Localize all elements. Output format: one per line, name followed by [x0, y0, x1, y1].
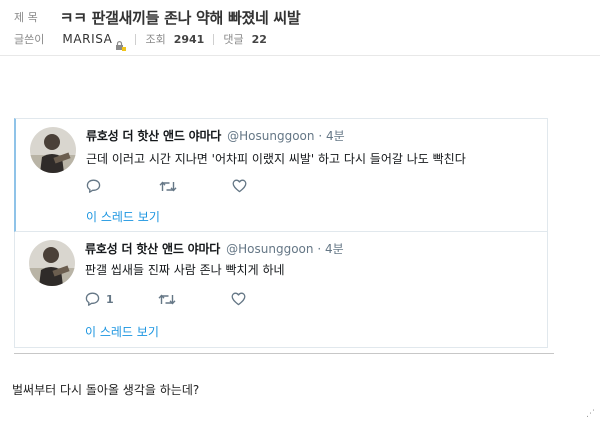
- meta-row: 글쓴이 MARISA 조회 2941 댓글 22: [14, 31, 267, 51]
- post-header: 제 목 ㅋㅋ 판갤새끼들 존나 약해 빠졌네 씨발 글쓴이 MARISA 조회 …: [0, 0, 600, 60]
- reply-count: 1: [106, 292, 114, 306]
- tweet-card[interactable]: 류호성 더 핫산 앤드 야마다 @Hosunggoon · 4분 근데 이러고 …: [14, 118, 548, 232]
- post-comment-text: 벌써부터 다시 돌아올 생각을 하는데?: [12, 383, 200, 397]
- tweet-author-handle[interactable]: @Hosunggoon · 4분: [226, 240, 343, 257]
- tweet-text: 판갤 씹새들 진짜 사람 존나 빡치게 하네: [85, 263, 285, 277]
- comments-label: 댓글: [223, 33, 244, 46]
- avatar[interactable]: [30, 127, 76, 173]
- like-button[interactable]: [231, 292, 304, 306]
- tweet-card[interactable]: 류호성 더 핫산 앤드 야마다 @Hosunggoon · 4분 판갤 씹새들 …: [14, 232, 548, 348]
- retweet-icon: [159, 180, 177, 192]
- post-title: ㅋㅋ 판갤새끼들 존나 약해 빠졌네 씨발: [59, 8, 301, 27]
- like-icon: [232, 179, 247, 193]
- lock-badge-icon: [115, 36, 127, 51]
- retweet-button[interactable]: [159, 180, 232, 193]
- reply-icon: [85, 292, 100, 306]
- meta-separator: [135, 33, 137, 45]
- reply-icon: [86, 179, 101, 193]
- views-count: 2941: [173, 32, 205, 46]
- author-label: 글쓴이: [14, 33, 45, 46]
- author-name[interactable]: MARISA: [62, 32, 112, 46]
- views-label: 조회: [145, 33, 166, 46]
- tweet-author-name[interactable]: 류호성 더 핫산 앤드 야마다: [86, 127, 221, 144]
- avatar[interactable]: [29, 240, 75, 286]
- header-divider: [0, 55, 600, 56]
- comments-count: 22: [251, 32, 267, 46]
- retweet-button[interactable]: [158, 293, 231, 306]
- retweet-icon: [158, 293, 176, 305]
- corner-mark: ⋰: [586, 409, 595, 419]
- reply-button[interactable]: 1: [85, 292, 158, 306]
- tweet-actions: [86, 179, 305, 193]
- like-button[interactable]: [232, 179, 305, 193]
- tweet-actions: 1: [85, 292, 304, 306]
- tweet-author-name[interactable]: 류호성 더 핫산 앤드 야마다: [85, 240, 220, 257]
- title-row: 제 목 ㅋㅋ 판갤새끼들 존나 약해 빠졌네 씨발: [14, 7, 301, 27]
- like-icon: [231, 292, 246, 306]
- title-label: 제 목: [14, 11, 38, 24]
- view-thread-link[interactable]: 이 스레드 보기: [86, 208, 160, 225]
- meta-separator: [213, 33, 215, 45]
- reply-button[interactable]: [86, 179, 159, 193]
- tweet-text: 근데 이러고 시간 지나면 '어차피 이랬지 씨발' 하고 다시 들어갈 나도 …: [86, 152, 466, 166]
- view-thread-link[interactable]: 이 스레드 보기: [85, 323, 159, 340]
- tweet-header: 류호성 더 핫산 앤드 야마다 @Hosunggoon · 4분: [86, 127, 345, 144]
- tweet-header: 류호성 더 핫산 앤드 야마다 @Hosunggoon · 4분: [85, 240, 344, 257]
- tweet-author-handle[interactable]: @Hosunggoon · 4분: [227, 127, 344, 144]
- content-divider: [14, 353, 554, 354]
